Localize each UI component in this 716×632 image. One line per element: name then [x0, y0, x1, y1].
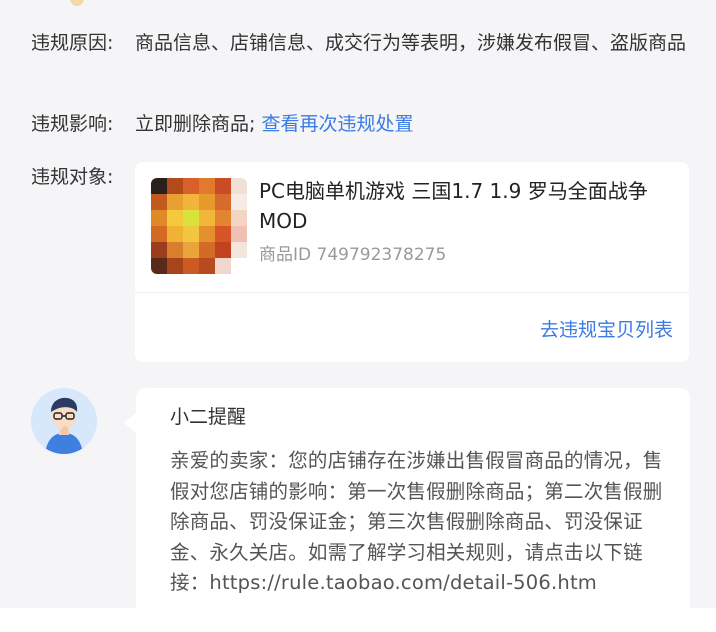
- product-id-row: 商品ID 749792378275: [259, 242, 446, 268]
- violation-detail-page: 违规原因: 商品信息、店铺信息、成交行为等表明，涉嫌发布假冒、盗版商品 违规影响…: [0, 0, 716, 632]
- repeat-violation-link[interactable]: 查看再次违规处置: [261, 113, 413, 135]
- violation-reason-text: 商品信息、店铺信息、成交行为等表明，涉嫌发布假冒、盗版商品: [135, 32, 687, 54]
- agent-avatar-icon: [31, 388, 97, 454]
- service-agent-avatar: [31, 388, 97, 454]
- violation-product-card: PC电脑单机游戏 三国1.7 1.9 罗马全面战争MOD 商品ID 749792…: [135, 162, 689, 362]
- violation-impact-label: 违规影响:: [31, 113, 114, 135]
- product-id-label: 商品ID: [259, 245, 312, 265]
- violation-items-list-link[interactable]: 去违规宝贝列表: [540, 315, 673, 345]
- violation-target-label: 违规对象:: [31, 166, 114, 188]
- product-thumbnail[interactable]: [151, 178, 247, 274]
- reminder-title: 小二提醒: [170, 406, 247, 428]
- product-title[interactable]: PC电脑单机游戏 三国1.7 1.9 罗马全面战争MOD: [259, 176, 679, 236]
- product-id-value: 749792378275: [316, 245, 447, 265]
- violation-impact-text: 立即删除商品;: [135, 113, 256, 135]
- reminder-bubble-tail: [124, 413, 136, 433]
- card-divider: [135, 292, 689, 293]
- reminder-bubble: 小二提醒 亲爱的卖家：您的店铺存在涉嫌出售假冒商品的情况，售假对您店铺的影响：第…: [136, 388, 690, 632]
- reminder-body: 亲爱的卖家：您的店铺存在涉嫌出售假冒商品的情况，售假对您店铺的影响：第一次售假删…: [170, 449, 663, 595]
- bottom-crop-edge: [0, 608, 716, 632]
- violation-reason-label: 违规原因:: [31, 32, 114, 54]
- cropped-avatar-fragment: [70, 0, 84, 6]
- violation-impact-value: 立即删除商品; 查看再次违规处置: [135, 108, 700, 141]
